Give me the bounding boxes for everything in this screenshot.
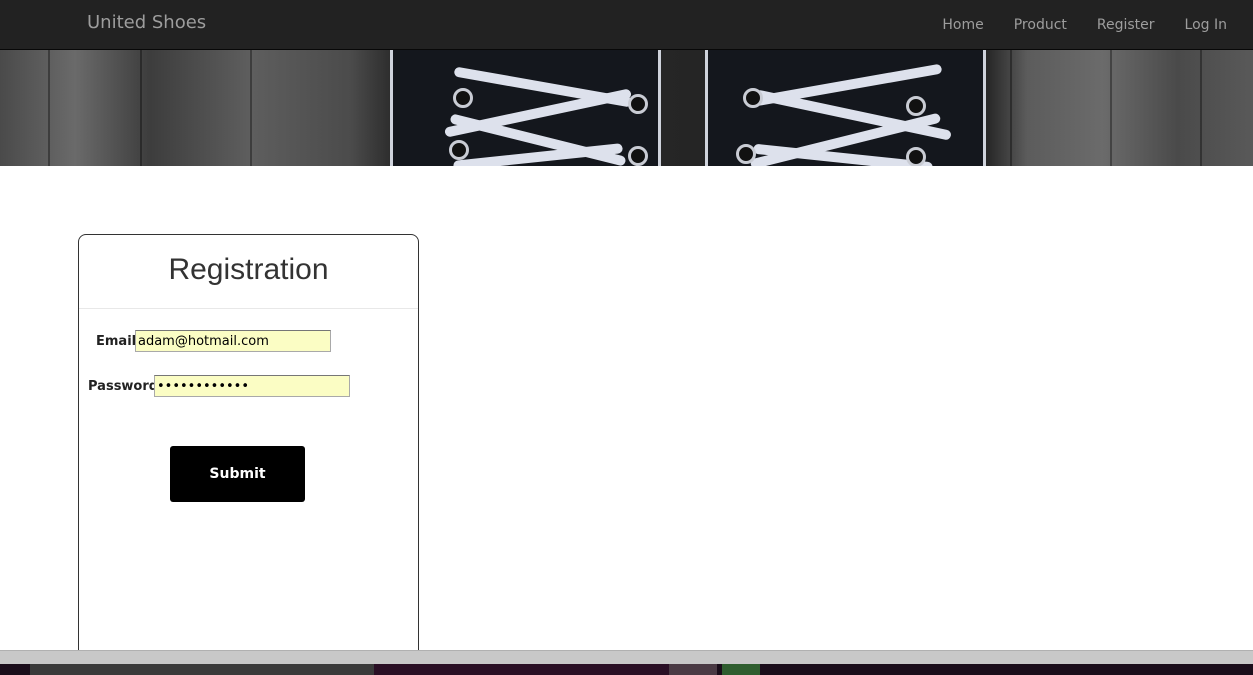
brand-link[interactable]: United Shoes xyxy=(87,12,206,33)
top-navbar: United Shoes Home Product Register Log I… xyxy=(0,0,1253,50)
os-taskbar xyxy=(0,664,1253,675)
taskbar-item[interactable] xyxy=(30,664,374,675)
nav-link-home[interactable]: Home xyxy=(942,17,983,33)
right-shoe-graphic xyxy=(705,50,986,166)
email-label: Email xyxy=(96,334,137,349)
registration-title: Registration xyxy=(168,253,329,286)
password-label: Password xyxy=(88,379,159,394)
left-shoe-graphic xyxy=(390,50,661,166)
email-field[interactable]: adam@hotmail.com xyxy=(135,330,331,352)
submit-button[interactable]: Submit xyxy=(170,446,305,502)
password-field[interactable]: •••••••••••• xyxy=(154,375,350,397)
nav-links: Home Product Register Log In xyxy=(912,0,1227,49)
nav-link-product[interactable]: Product xyxy=(1014,17,1067,33)
taskbar-item[interactable] xyxy=(374,664,669,675)
hero-banner-image xyxy=(0,50,1253,166)
taskbar-item[interactable] xyxy=(669,664,717,675)
registration-panel: Registration Email adam@hotmail.com Pass… xyxy=(78,234,419,666)
nav-link-login[interactable]: Log In xyxy=(1185,17,1227,33)
horizontal-scrollbar[interactable] xyxy=(0,650,1253,665)
taskbar-item[interactable] xyxy=(722,664,760,675)
divider xyxy=(79,308,418,309)
nav-link-register[interactable]: Register xyxy=(1097,17,1155,33)
